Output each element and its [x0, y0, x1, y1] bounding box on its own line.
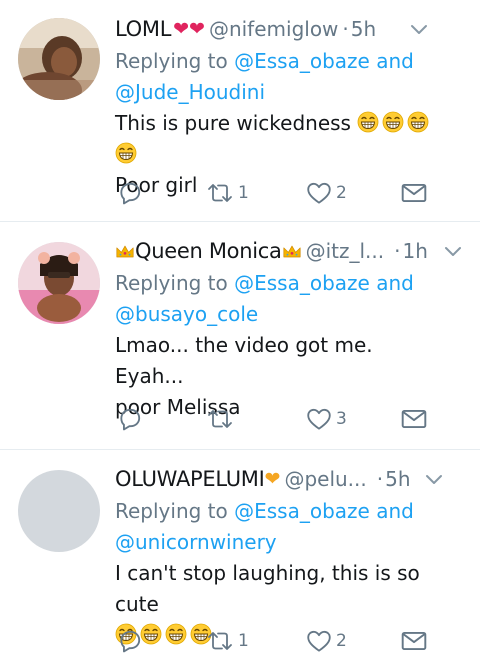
retweet-button[interactable]: 1 — [205, 178, 249, 208]
heart-emoji: ❤ — [264, 468, 281, 490]
message-icon — [400, 406, 428, 432]
message-button[interactable] — [400, 404, 428, 434]
caret-down-icon[interactable] — [423, 468, 445, 490]
like-count: 2 — [336, 631, 347, 651]
message-icon — [400, 628, 428, 654]
crown-emoji — [115, 243, 135, 260]
retweet-icon — [205, 628, 235, 654]
tweet-actions: 1 2 — [115, 178, 466, 208]
tweet[interactable]: OLUWAPELUMI ❤ @pelu... · 5h Replying to … — [0, 450, 480, 660]
mention-link[interactable]: @Essa_obaze — [234, 271, 370, 295]
retweet-icon — [205, 406, 235, 432]
like-count: 3 — [336, 409, 347, 429]
like-count: 2 — [336, 183, 347, 203]
timestamp[interactable]: 1h — [402, 239, 427, 263]
caret-down-icon[interactable] — [442, 240, 464, 262]
tweet-actions: 3 — [115, 404, 466, 434]
retweet-count: 1 — [238, 183, 249, 203]
username[interactable]: @pelu... — [284, 467, 366, 491]
like-button[interactable]: 3 — [305, 404, 347, 434]
grin-emoji — [357, 111, 379, 133]
avatar[interactable] — [18, 470, 100, 552]
reply-icon — [117, 628, 143, 654]
message-button[interactable] — [400, 626, 428, 656]
like-icon — [305, 406, 333, 432]
grin-emoji — [407, 111, 429, 133]
reply-icon — [117, 180, 143, 206]
retweet-icon — [205, 180, 235, 206]
reply-button[interactable] — [117, 178, 143, 208]
crown-emoji — [282, 243, 302, 260]
heart-emoji: ❤❤ — [173, 18, 205, 40]
avatar[interactable] — [18, 18, 100, 100]
reply-button[interactable] — [117, 626, 143, 656]
avatar[interactable] — [18, 242, 100, 324]
like-icon — [305, 180, 333, 206]
display-name[interactable]: Queen Monica — [135, 239, 282, 263]
like-button[interactable]: 2 — [305, 626, 347, 656]
grin-emoji — [382, 111, 404, 133]
replying-to: Replying to @Essa_obaze and @busayo_cole — [115, 271, 414, 326]
replying-to: Replying to @Essa_obaze and @Jude_Houdin… — [115, 49, 414, 104]
mention-link[interactable]: @busayo_cole — [115, 302, 258, 326]
display-name[interactable]: OLUWAPELUMI — [115, 467, 265, 491]
mention-link[interactable]: @Essa_obaze — [234, 49, 370, 73]
caret-down-icon[interactable] — [408, 18, 430, 40]
replying-to: Replying to @Essa_obaze and @unicornwine… — [115, 499, 414, 554]
message-button[interactable] — [400, 178, 428, 208]
message-icon — [400, 180, 428, 206]
mention-link[interactable]: @Essa_obaze — [234, 499, 370, 523]
reply-button[interactable] — [117, 404, 143, 434]
reply-icon — [117, 406, 143, 432]
mention-link[interactable]: @unicornwinery — [115, 530, 277, 554]
display-name[interactable]: LOML — [115, 17, 171, 41]
like-icon — [305, 628, 333, 654]
retweet-count: 1 — [238, 631, 249, 651]
like-button[interactable]: 2 — [305, 178, 347, 208]
mention-link[interactable]: @Jude_Houdini — [115, 80, 265, 104]
timestamp[interactable]: 5h — [385, 467, 410, 491]
timestamp[interactable]: 5h — [351, 17, 376, 41]
tweet[interactable]: Queen Monica @itz_l... · 1h Replying to … — [0, 222, 480, 450]
grin-emoji — [115, 142, 137, 164]
retweet-button[interactable] — [205, 404, 238, 434]
username[interactable]: @itz_l... — [306, 239, 385, 263]
retweet-button[interactable]: 1 — [205, 626, 249, 656]
tweet-actions: 1 2 — [115, 626, 466, 656]
username[interactable]: @nifemiglow — [209, 17, 338, 41]
tweet[interactable]: LOML ❤❤ @nifemiglow · 5h Replying to @Es… — [0, 0, 480, 222]
